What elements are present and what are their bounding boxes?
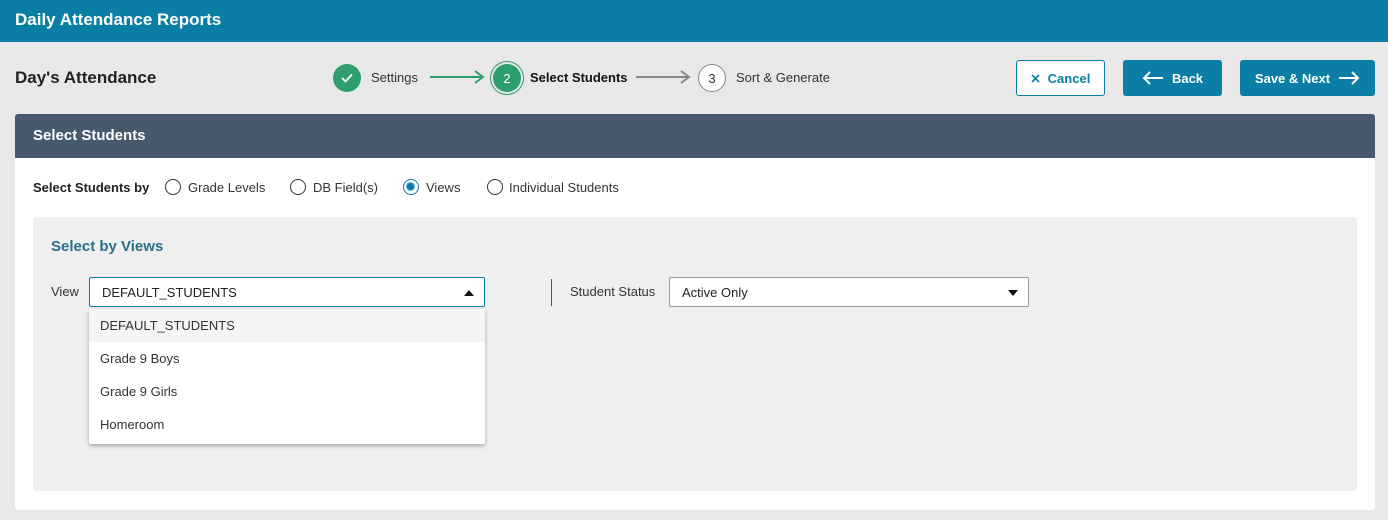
radio-views[interactable]	[403, 179, 419, 195]
arrow-right-icon	[1339, 71, 1360, 85]
step-arrow-icon	[636, 70, 691, 84]
back-button[interactable]: Back	[1123, 60, 1222, 96]
views-section-title: Select by Views	[51, 238, 164, 255]
view-option[interactable]: Grade 9 Girls	[89, 375, 485, 408]
view-option[interactable]: DEFAULT_STUDENTS	[89, 309, 485, 342]
radio-views-label[interactable]: Views	[426, 180, 460, 195]
caret-down-icon	[1008, 290, 1018, 296]
page-title: Day's Attendance	[15, 68, 157, 87]
step-sort-generate-upcoming: 3	[698, 64, 726, 92]
select-by-label: Select Students by	[33, 180, 150, 195]
panel-title: Select Students	[33, 127, 146, 144]
cancel-button-label: Cancel	[1047, 70, 1091, 86]
close-icon	[1031, 73, 1040, 83]
save-next-button[interactable]: Save & Next	[1240, 60, 1375, 96]
app-title: Daily Attendance Reports	[15, 10, 222, 29]
student-status-value: Active Only	[682, 284, 748, 300]
radio-grade-levels-label[interactable]: Grade Levels	[188, 180, 265, 195]
back-button-label: Back	[1171, 70, 1204, 86]
radio-db-fields-label[interactable]: DB Field(s)	[313, 180, 378, 195]
check-icon	[341, 73, 353, 83]
step-select-students-label: Select Students	[530, 70, 628, 85]
radio-db-fields[interactable]	[290, 179, 306, 195]
view-option[interactable]: Homeroom	[89, 408, 485, 441]
step-arrow-icon	[430, 70, 485, 84]
step-select-students-current: 2	[493, 64, 521, 92]
view-select-value: DEFAULT_STUDENTS	[102, 284, 237, 300]
view-option[interactable]: Grade 9 Boys	[89, 342, 485, 375]
view-select[interactable]: DEFAULT_STUDENTS	[89, 277, 485, 307]
radio-individual-students[interactable]	[487, 179, 503, 195]
view-dropdown-menu: DEFAULT_STUDENTS Grade 9 Boys Grade 9 Gi…	[89, 309, 485, 444]
student-status-select[interactable]: Active Only	[669, 277, 1029, 307]
student-status-label: Student Status	[570, 284, 656, 299]
radio-individual-students-label[interactable]: Individual Students	[509, 180, 619, 195]
save-next-button-label: Save & Next	[1254, 70, 1331, 86]
step-settings-complete[interactable]	[333, 64, 361, 92]
step-sort-generate-label: Sort & Generate	[736, 70, 830, 85]
step-settings-label[interactable]: Settings	[371, 70, 418, 85]
cancel-button[interactable]: Cancel	[1016, 60, 1105, 96]
field-divider	[551, 279, 552, 306]
app-header-bar: Daily Attendance Reports	[0, 0, 1388, 42]
caret-up-icon	[464, 290, 474, 296]
arrow-left-icon	[1142, 71, 1163, 85]
panel-header: Select Students	[15, 114, 1375, 158]
view-field-label: View	[51, 284, 79, 299]
radio-grade-levels[interactable]	[165, 179, 181, 195]
